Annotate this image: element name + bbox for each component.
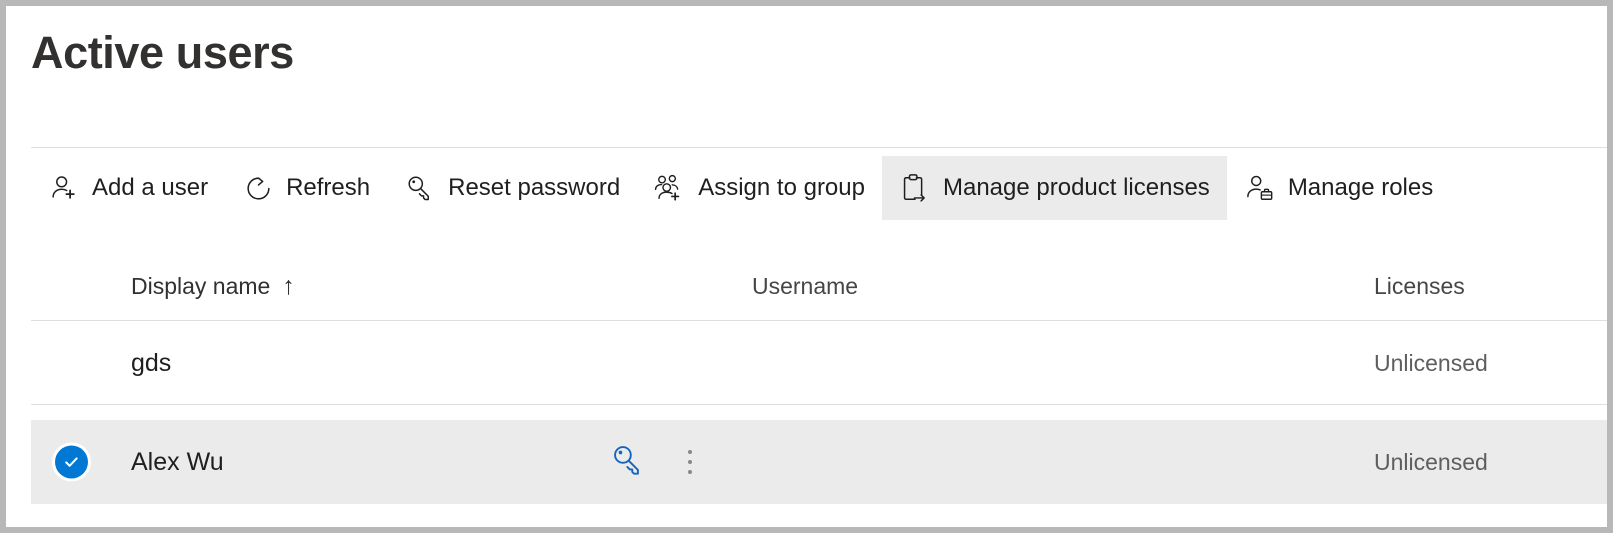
people-add-icon	[654, 172, 686, 204]
column-header-label: Display name	[131, 273, 271, 299]
person-add-icon	[48, 172, 80, 204]
command-label: Reset password	[448, 174, 621, 201]
command-assign-to-group[interactable]: Assign to group	[637, 156, 882, 220]
command-refresh[interactable]: Refresh	[225, 156, 387, 220]
more-actions-button[interactable]	[668, 440, 712, 484]
divider-between-rows	[31, 404, 1607, 405]
cell-licenses: Unlicensed	[1374, 449, 1488, 475]
column-header-username[interactable]: Username	[752, 271, 858, 301]
cell-display-name: Alex Wu	[131, 448, 224, 476]
command-reset-password[interactable]: Reset password	[387, 156, 637, 220]
checkmark-icon	[65, 457, 78, 467]
row-actions	[606, 440, 712, 484]
command-manage-roles[interactable]: Manage roles	[1227, 156, 1450, 220]
table-row[interactable]: gds Unlicensed	[31, 321, 1607, 405]
table-row[interactable]: Alex Wu Unlicensed	[31, 420, 1607, 504]
active-users-page: Active users Add a user Refresh Reset pa…	[6, 6, 1607, 527]
command-label: Refresh	[286, 174, 371, 201]
column-header-display-name[interactable]: Display name ↑	[131, 271, 295, 301]
page-title: Active users	[31, 27, 294, 78]
row-select-checkbox[interactable]	[55, 445, 88, 479]
reset-password-row-action[interactable]	[606, 440, 650, 484]
table-header-row: Display name ↑ Username Licenses	[6, 271, 1607, 320]
key-icon	[404, 172, 436, 204]
command-add-a-user[interactable]: Add a user	[31, 156, 225, 220]
key-icon	[610, 442, 646, 483]
sort-ascending-icon: ↑	[282, 272, 295, 300]
column-header-licenses[interactable]: Licenses	[1374, 271, 1465, 301]
screen: Active users Add a user Refresh Reset pa…	[0, 0, 1613, 533]
more-vertical-icon	[688, 447, 692, 477]
person-briefcase-icon	[1244, 172, 1276, 204]
command-manage-product-licenses[interactable]: Manage product licenses	[881, 156, 1227, 220]
cell-display-name: gds	[131, 349, 172, 377]
clipboard-arrow-icon	[899, 172, 931, 204]
command-label: Manage product licenses	[942, 174, 1210, 201]
divider-above-command-bar	[31, 147, 1607, 148]
command-label: Assign to group	[698, 174, 865, 201]
cell-licenses: Unlicensed	[1374, 350, 1488, 376]
command-label: Manage roles	[1287, 174, 1434, 201]
refresh-icon	[242, 172, 274, 204]
command-bar: Add a user Refresh Reset password Assign…	[31, 156, 1450, 220]
command-label: Add a user	[92, 174, 209, 201]
